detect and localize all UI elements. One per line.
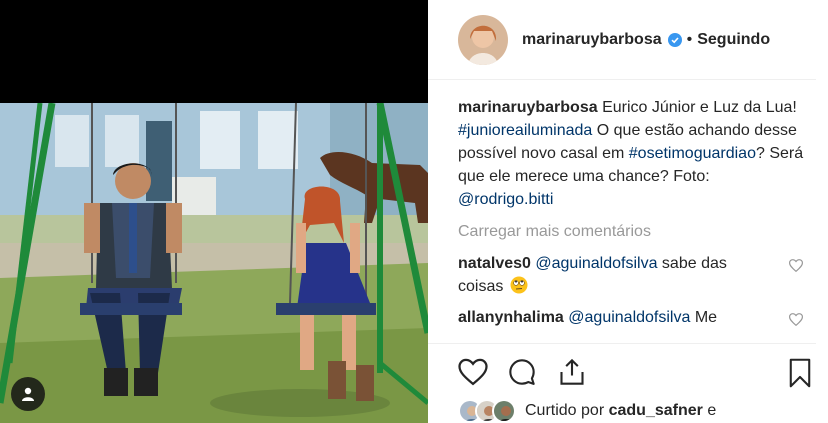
liked-by-user[interactable]: cadu_safner xyxy=(609,402,703,419)
comment-username[interactable]: natalves0 xyxy=(458,255,531,272)
like-comment-heart-icon[interactable] xyxy=(789,259,803,272)
like-comment-heart-icon[interactable] xyxy=(789,313,803,326)
comment-mention[interactable]: @aguinaldofsilva xyxy=(568,309,690,326)
author-username[interactable]: marinaruybarbosa xyxy=(522,31,662,49)
load-more-comments-button[interactable]: Carregar mais comentários xyxy=(458,220,808,244)
heart-icon[interactable] xyxy=(458,358,488,386)
comment-mention[interactable]: @aguinaldofsilva xyxy=(535,255,657,272)
photo-credit-link[interactable]: @rodrigo.bitti xyxy=(458,191,553,208)
hashtag-link[interactable]: #junioreailuminada xyxy=(458,122,592,139)
comment-icon[interactable] xyxy=(508,358,536,386)
following-button[interactable]: Seguindo xyxy=(697,31,770,49)
post-actions-bar xyxy=(428,343,816,395)
caption-username[interactable]: marinaruybarbosa xyxy=(458,99,598,116)
liked-by-suffix: e xyxy=(702,401,717,419)
comments-list[interactable]: marinaruybarbosa Eurico Júnior e Luz da … xyxy=(458,96,808,343)
rolling-eyes-emoji xyxy=(510,276,528,294)
liked-by-label: Curtido por xyxy=(525,401,605,419)
post-side-panel: marinaruybarbosa • Seguindo marinaruybar… xyxy=(428,0,828,423)
bookmark-icon[interactable] xyxy=(788,358,812,388)
comment-item: natalves0 @aguinaldofsilva sabe das cois… xyxy=(458,252,808,298)
liker-avatar[interactable] xyxy=(492,398,516,423)
caption-text: Eurico Júnior e Luz da Lua! xyxy=(602,99,797,116)
hashtag-link[interactable]: #osetimoguardiao xyxy=(629,145,756,162)
share-icon[interactable] xyxy=(558,358,586,386)
likes-summary[interactable]: Curtido por cadu_safner e xyxy=(458,398,716,423)
follow-separator: • xyxy=(686,30,693,48)
comment-item: allanynhalima @aguinaldofsilva Me xyxy=(458,306,808,329)
post-media[interactable] xyxy=(0,0,428,423)
photo-credit-label: Foto: xyxy=(673,168,710,185)
comment-text: Me xyxy=(690,309,718,326)
post-photo[interactable] xyxy=(0,103,428,423)
likes-text: Curtido por cadu_safner e xyxy=(525,402,716,420)
verified-badge-icon xyxy=(667,32,682,47)
comment-username[interactable]: allanynhalima xyxy=(458,309,564,326)
author-avatar[interactable] xyxy=(458,14,508,65)
post-header: marinaruybarbosa • Seguindo xyxy=(428,0,816,80)
user-tag-button[interactable] xyxy=(11,377,45,411)
post-caption: marinaruybarbosa Eurico Júnior e Luz da … xyxy=(458,96,808,211)
user-tag-icon xyxy=(22,387,34,401)
